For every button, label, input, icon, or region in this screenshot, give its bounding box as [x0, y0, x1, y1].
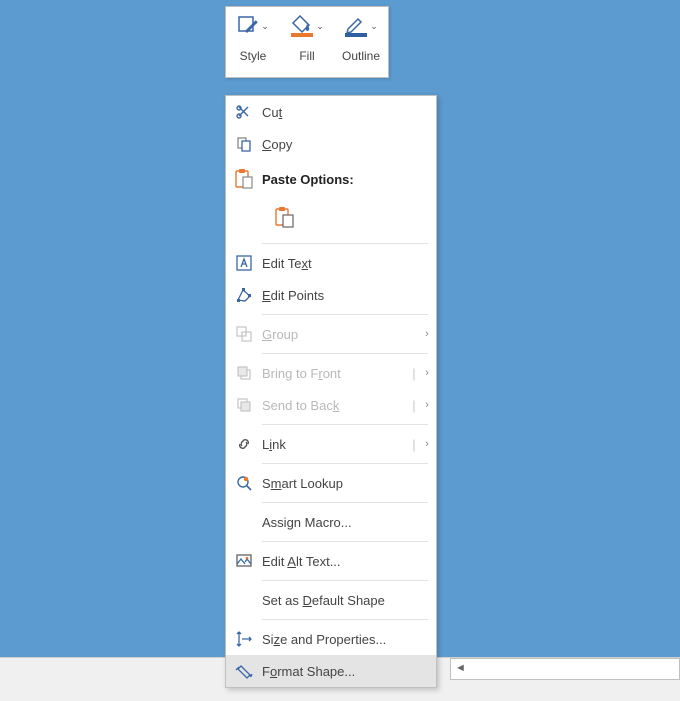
- format-shape-icon: [226, 663, 262, 679]
- paste-clipboard-icon: [275, 207, 295, 232]
- chevron-down-icon: ⌄: [316, 22, 324, 31]
- alt-text-icon: [226, 553, 262, 569]
- menu-bring-to-front: Bring to Front | ›: [226, 357, 436, 389]
- menu-copy[interactable]: Copy: [226, 128, 436, 160]
- menu-paste-options: Paste Options:: [226, 160, 436, 198]
- menu-cut-label: Cut: [262, 105, 436, 120]
- paste-keep-source-button[interactable]: [270, 204, 300, 234]
- copy-icon: [226, 136, 262, 152]
- outline-label: Outline: [342, 49, 380, 63]
- scroll-left-icon[interactable]: ◄: [455, 662, 466, 674]
- menu-set-default-shape[interactable]: Set as Default Shape: [226, 584, 436, 616]
- paste-options-label: Paste Options:: [262, 172, 436, 187]
- size-icon: [226, 631, 262, 647]
- paste-options-row: [226, 198, 436, 240]
- menu-assign-macro-label: Assign Macro...: [262, 515, 436, 530]
- split-divider: |: [410, 366, 418, 381]
- scissors-icon: [226, 104, 262, 120]
- group-icon: [226, 326, 262, 342]
- menu-assign-macro[interactable]: Assign Macro...: [226, 506, 436, 538]
- split-divider: |: [410, 437, 418, 452]
- fill-button[interactable]: ⌄ Fill: [280, 7, 334, 77]
- edit-points-icon: [226, 287, 262, 303]
- separator: [262, 580, 428, 581]
- menu-copy-label: Copy: [262, 137, 436, 152]
- menu-link-label: Link: [262, 437, 410, 452]
- menu-smart-lookup[interactable]: Smart Lookup: [226, 467, 436, 499]
- style-label: Style: [240, 49, 267, 63]
- menu-edit-text-label: Edit Text: [262, 256, 436, 271]
- chevron-right-icon: ›: [418, 438, 436, 450]
- outline-pen-icon: [344, 15, 368, 37]
- fill-bucket-icon: [290, 15, 314, 37]
- menu-group-label: Group: [262, 327, 418, 342]
- smart-lookup-icon: [226, 475, 262, 491]
- menu-send-back-label: Send to Back: [262, 398, 410, 413]
- menu-edit-alt-text[interactable]: Edit Alt Text...: [226, 545, 436, 577]
- separator: [262, 463, 428, 464]
- menu-smart-lookup-label: Smart Lookup: [262, 476, 436, 491]
- mini-toolbar: ⌄ Style ⌄ Fill ⌄ Out: [225, 6, 389, 78]
- fill-label: Fill: [299, 49, 314, 63]
- menu-edit-points-label: Edit Points: [262, 288, 436, 303]
- separator: [262, 424, 428, 425]
- menu-link[interactable]: Link | ›: [226, 428, 436, 460]
- separator: [262, 353, 428, 354]
- style-button[interactable]: ⌄ Style: [226, 7, 280, 77]
- menu-format-shape[interactable]: Format Shape...: [226, 655, 436, 687]
- bring-front-icon: [226, 365, 262, 381]
- chevron-right-icon: ›: [418, 367, 436, 379]
- menu-send-to-back: Send to Back | ›: [226, 389, 436, 421]
- split-divider: |: [410, 398, 418, 413]
- menu-edit-points[interactable]: Edit Points: [226, 279, 436, 311]
- menu-size-label: Size and Properties...: [262, 632, 436, 647]
- shape-style-icon: [237, 15, 259, 37]
- chevron-down-icon: ⌄: [261, 22, 269, 31]
- chevron-down-icon: ⌄: [370, 22, 378, 31]
- separator: [262, 619, 428, 620]
- outline-button[interactable]: ⌄ Outline: [334, 7, 388, 77]
- context-menu: Cut Copy Paste Options: Edit Text Edit P…: [225, 95, 437, 688]
- horizontal-scrollbar[interactable]: ◄: [450, 658, 680, 680]
- menu-alt-text-label: Edit Alt Text...: [262, 554, 436, 569]
- chevron-right-icon: ›: [418, 399, 436, 411]
- menu-edit-text[interactable]: Edit Text: [226, 247, 436, 279]
- link-icon: [226, 436, 262, 452]
- separator: [262, 314, 428, 315]
- chevron-right-icon: ›: [418, 328, 436, 340]
- menu-format-shape-label: Format Shape...: [262, 664, 436, 679]
- clipboard-icon: [226, 169, 262, 189]
- menu-cut[interactable]: Cut: [226, 96, 436, 128]
- edit-text-icon: [226, 255, 262, 271]
- menu-bring-front-label: Bring to Front: [262, 366, 410, 381]
- menu-size-properties[interactable]: Size and Properties...: [226, 623, 436, 655]
- send-back-icon: [226, 397, 262, 413]
- separator: [262, 541, 428, 542]
- menu-group: Group ›: [226, 318, 436, 350]
- menu-set-default-label: Set as Default Shape: [262, 593, 436, 608]
- separator: [262, 243, 428, 244]
- separator: [262, 502, 428, 503]
